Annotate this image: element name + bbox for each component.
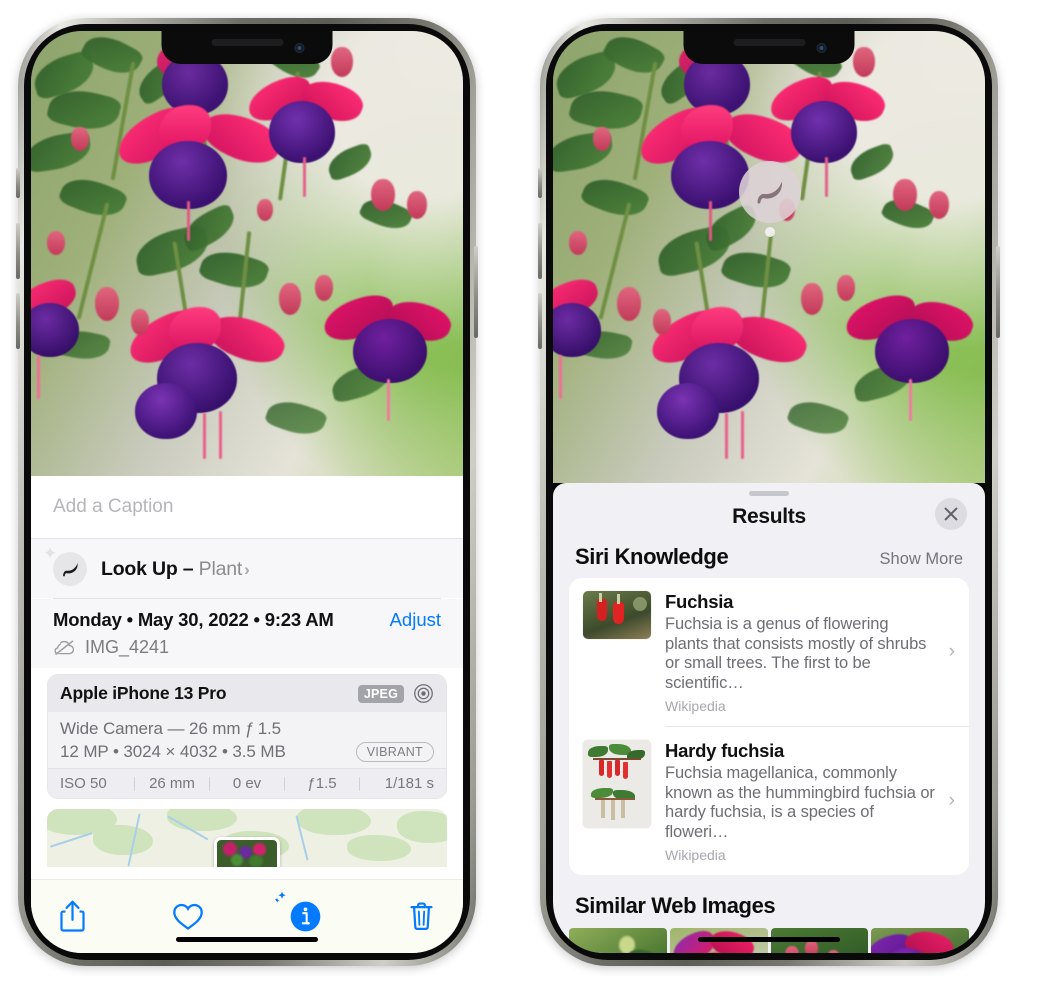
look-up-leaf-badge: ✦ [43,545,87,586]
look-up-title: Look Up – [101,557,199,580]
knowledge-thumbnail [583,740,651,828]
volume-up-button-right[interactable] [538,223,542,279]
sparkle-icon: ✦ [43,544,58,563]
screen-left: Add a Caption ✦ Look Up – Plant › Monday… [31,31,463,953]
camera-info-card: Apple iPhone 13 Pro JPEG Wide Camera — 2… [47,674,447,799]
chevron-right-icon: › [948,641,955,662]
lens-info: Wide Camera — 26 mm ƒ 1.5 [60,719,282,738]
camera-card-body: Wide Camera — 26 mm ƒ 1.5 12 MP • 3024 ×… [48,712,446,768]
exif-ev: 0 ev [232,775,262,792]
power-button-right[interactable] [996,246,1000,338]
chevron-right-icon: › [948,790,955,811]
screen-right: Results Siri Knowledge Show More Fuchsia… [553,31,985,953]
results-sheet: Results Siri Knowledge Show More Fuchsia… [553,483,985,953]
siri-knowledge-card: Fuchsia Fuchsia is a genus of flowering … [569,578,969,875]
photo-viewer-left[interactable] [31,31,463,476]
show-more-button[interactable]: Show More [880,550,963,569]
knowledge-description: Fuchsia magellanica, commonly known as t… [665,764,935,841]
chevron-right-icon: › [244,559,250,579]
iphone-left: Add a Caption ✦ Look Up – Plant › Monday… [16,18,478,966]
exif-aperture: ƒ1.5 [307,775,337,792]
visual-lookup-badge[interactable] [739,161,801,223]
exif-shutter: 1/181 s [384,775,434,792]
iphone-right: Results Siri Knowledge Show More Fuchsia… [538,18,1000,966]
file-name: IMG_4241 [85,637,170,657]
notch-right [683,31,855,64]
screenshot-root: Add a Caption ✦ Look Up – Plant › Monday… [0,0,1055,985]
home-indicator-left[interactable] [176,937,318,942]
similar-web-images-title: Similar Web Images [575,893,776,918]
knowledge-row[interactable]: Hardy fuchsia Fuchsia magellanica, commo… [569,727,969,875]
exif-iso: ISO 50 [60,775,107,792]
capture-date: Monday • May 30, 2022 • 9:23 AM [53,609,334,630]
similar-web-images-header: Similar Web Images [553,875,985,928]
earpiece-speaker-icon [211,39,283,46]
info-button[interactable] [275,891,322,933]
siri-knowledge-title: Siri Knowledge [575,544,729,569]
knowledge-source: Wikipedia [665,698,726,714]
share-button[interactable] [59,900,86,933]
home-indicator-right[interactable] [698,937,840,942]
format-badge: JPEG [357,684,404,703]
mute-switch-left[interactable] [16,168,20,198]
caption-input[interactable]: Add a Caption [31,476,463,538]
results-header: Results [553,496,985,538]
adjust-button[interactable]: Adjust [390,609,441,631]
exif-focal: 26 mm [149,775,195,792]
front-camera-icon [294,43,305,53]
photo-metadata-block: Monday • May 30, 2022 • 9:23 AM Adjust I… [31,599,463,668]
camera-card-header: Apple iPhone 13 Pro JPEG [48,675,446,712]
leaf-icon [757,181,783,204]
leaf-icon [62,562,78,576]
close-icon [944,507,958,521]
power-button-left[interactable] [474,246,478,338]
earpiece-speaker-icon [733,39,805,46]
photo-info-sheet: Add a Caption ✦ Look Up – Plant › Monday… [31,476,463,953]
visual-lookup-badge-pointer [765,227,775,237]
look-up-label: Look Up – Plant › [101,558,250,581]
knowledge-description: Fuchsia is a genus of flowering plants t… [665,615,927,692]
notch-left [161,31,333,64]
volume-down-button-right[interactable] [538,293,542,349]
mute-switch-right[interactable] [538,168,542,198]
look-up-row[interactable]: ✦ Look Up – Plant › [31,539,463,598]
favorite-button[interactable] [172,902,204,931]
siri-knowledge-header: Siri Knowledge Show More [553,538,985,578]
list-item[interactable] [871,928,969,953]
volume-up-button-left[interactable] [16,223,20,279]
knowledge-source: Wikipedia [665,847,726,863]
knowledge-row[interactable]: Fuchsia Fuchsia is a genus of flowering … [569,578,969,726]
delete-button[interactable] [408,901,435,932]
map-photo-pin[interactable] [214,837,280,867]
look-up-subject: Plant [198,557,243,580]
photo-viewer-right[interactable] [553,31,985,483]
camera-device-name: Apple iPhone 13 Pro [60,683,227,703]
cloud-slash-icon [54,640,75,655]
close-button[interactable] [935,498,967,530]
front-camera-icon [816,43,827,53]
results-title: Results [732,505,806,528]
knowledge-title: Fuchsia [665,591,734,612]
knowledge-title: Hardy fuchsia [665,740,785,761]
volume-down-button-left[interactable] [16,293,20,349]
image-specs: 12 MP • 3024 × 4032 • 3.5 MB [60,742,286,761]
exif-row: ISO 50 26 mm 0 ev ƒ1.5 1/181 s [48,768,446,798]
location-map-card[interactable] [47,809,447,867]
photographic-style-badge: VIBRANT [355,742,434,762]
knowledge-thumbnail [583,591,651,639]
aperture-icon[interactable] [413,683,434,704]
list-item[interactable] [569,928,667,953]
